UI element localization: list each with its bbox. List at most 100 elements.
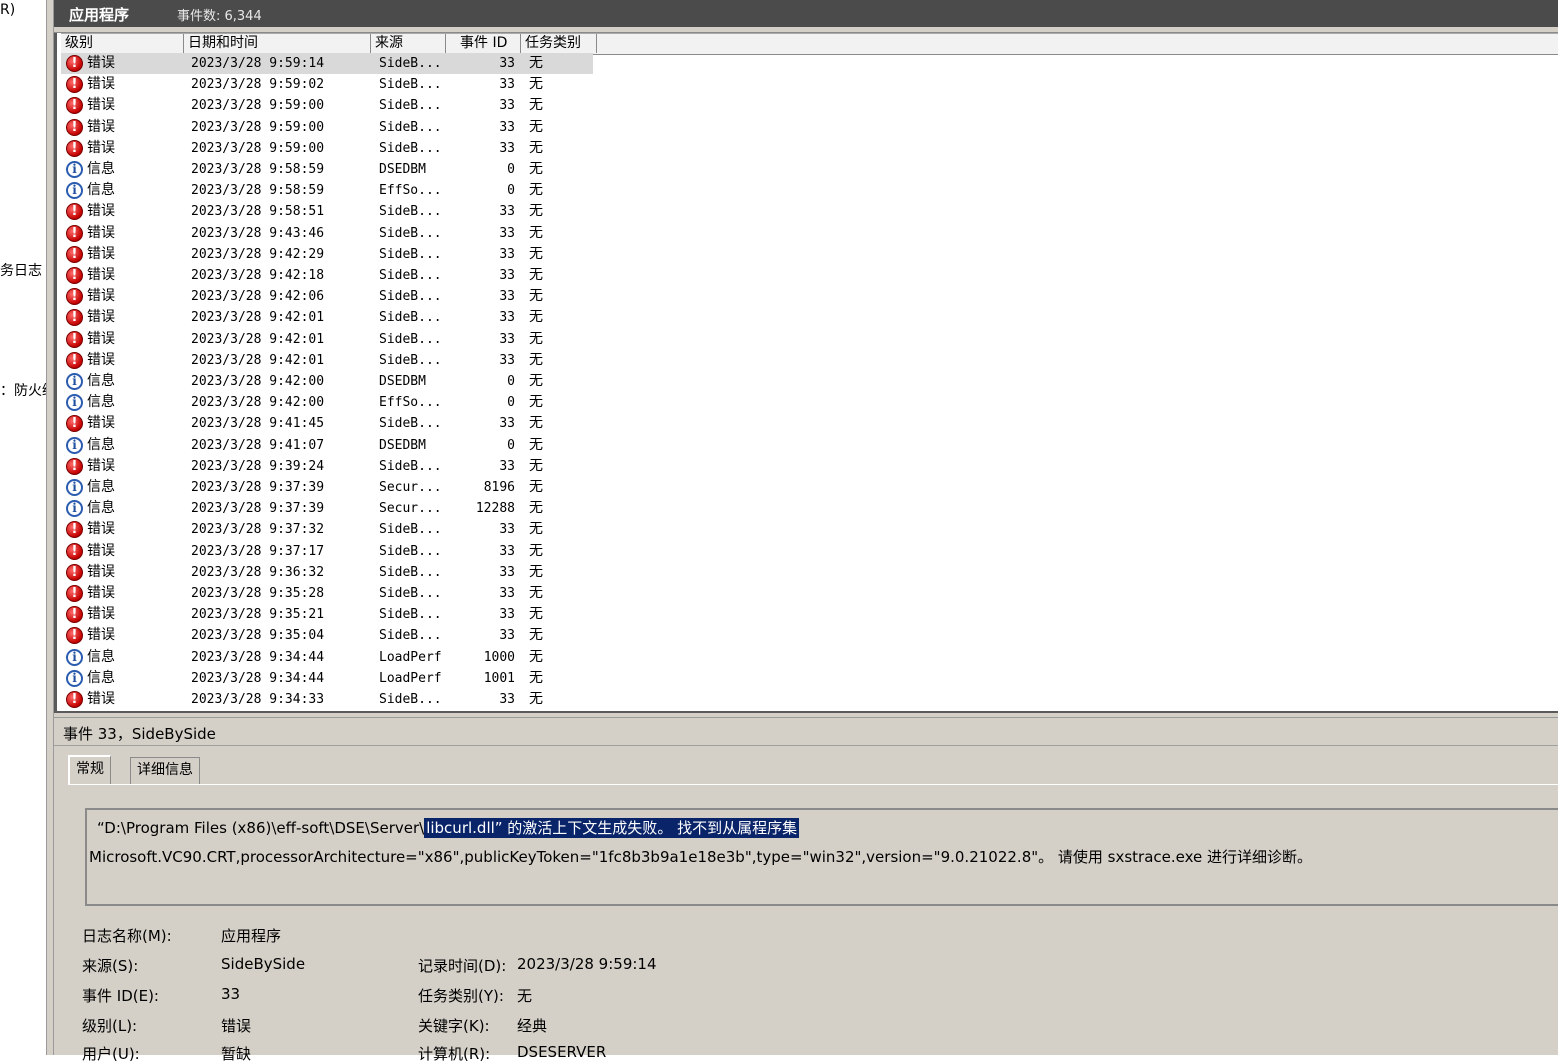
event-level: 信息: [87, 479, 115, 495]
event-source: SideB...: [379, 119, 442, 135]
event-row[interactable]: ! 错误 2023/3/28 9:59:14 SideB... 33 无: [61, 53, 593, 74]
event-task-category: 无: [529, 606, 543, 623]
event-level: 错误: [87, 585, 115, 601]
error-icon: !: [66, 288, 83, 306]
info-icon: i: [66, 479, 83, 496]
event-datetime: 2023/3/28 9:42:06: [191, 289, 325, 305]
event-row[interactable]: ! 错误 2023/3/28 9:42:01 SideB... 33 无: [61, 307, 593, 328]
event-datetime: 2023/3/28 9:42:01: [191, 352, 325, 368]
event-message-box[interactable]: “D:\Program Files (x86)\eff-soft\DSE\Ser…: [85, 808, 1558, 906]
event-row[interactable]: i 信息 2023/3/28 9:41:07 DSEDBM 0 无: [61, 435, 593, 456]
error-icon: !: [66, 139, 83, 157]
event-row[interactable]: ! 错误 2023/3/28 9:59:02 SideB... 33 无: [61, 74, 593, 95]
event-row[interactable]: ! 错误 2023/3/28 9:42:01 SideB... 33 无: [61, 350, 593, 371]
error-icon: !: [66, 691, 83, 708]
event-task-category: 无: [529, 330, 543, 347]
event-row[interactable]: ! 错误 2023/3/28 9:37:17 SideB... 33 无: [61, 541, 593, 562]
event-id: 33: [499, 119, 515, 135]
event-row[interactable]: i 信息 2023/3/28 9:42:00 DSEDBM 0 无: [61, 371, 593, 392]
event-row[interactable]: i 信息 2023/3/28 9:37:39 Secur... 8196 无: [61, 477, 593, 498]
event-datetime: 2023/3/28 9:34:44: [191, 649, 325, 665]
event-row[interactable]: ! 错误 2023/3/28 9:42:01 SideB... 33 无: [61, 329, 593, 350]
event-task-category: 无: [529, 267, 543, 283]
column-header-source[interactable]: 来源: [371, 34, 446, 53]
event-source: SideB...: [379, 98, 442, 114]
error-icon: !: [66, 351, 83, 369]
tab-general[interactable]: 常规: [68, 755, 111, 784]
event-source: SideB...: [379, 77, 442, 93]
event-row[interactable]: i 信息 2023/3/28 9:34:44 LoadPerf 1000 无: [61, 647, 593, 668]
column-header-event-id[interactable]: 事件 ID: [446, 34, 521, 53]
event-source: SideB...: [379, 628, 442, 644]
column-header-datetime[interactable]: 日期和时间: [184, 34, 371, 53]
event-task-category: 无: [529, 351, 543, 368]
column-header-task-category[interactable]: 任务类别: [521, 34, 597, 53]
event-task-category: 无: [529, 627, 543, 644]
tree-item-service-logs[interactable]: 务日志: [0, 260, 42, 280]
event-source: SideB...: [379, 289, 442, 305]
event-row[interactable]: i 信息 2023/3/28 9:34:44 LoadPerf 1001 无: [61, 668, 593, 689]
event-datetime: 2023/3/28 9:59:02: [191, 77, 325, 93]
message-text: “D:\Program Files (x86)\eff-soft\DSE\Ser…: [97, 819, 425, 837]
event-source: SideB...: [379, 225, 442, 241]
event-level: 错误: [87, 457, 115, 474]
source-value: SideBySide: [221, 955, 306, 973]
event-row[interactable]: i 信息 2023/3/28 9:37:39 Secur... 12288 无: [61, 498, 593, 519]
event-id: 33: [499, 204, 515, 220]
error-icon: !: [66, 309, 83, 327]
event-row[interactable]: ! 错误 2023/3/28 9:35:04 SideB... 33 无: [61, 625, 593, 646]
event-row[interactable]: i 信息 2023/3/28 9:58:59 DSEDBM 0 无: [61, 159, 593, 180]
event-source: SideB...: [379, 310, 442, 326]
event-row[interactable]: ! 错误 2023/3/28 9:43:46 SideB... 33 无: [61, 223, 593, 244]
event-row[interactable]: i 信息 2023/3/28 9:42:00 EffSo... 0 无: [61, 392, 593, 413]
column-header-level[interactable]: 级别: [61, 34, 184, 53]
event-level: 信息: [87, 436, 115, 453]
event-details-pane: 事件 33，SideBySide 常规 详细信息 “D:\Program Fil…: [54, 718, 1558, 1063]
event-row[interactable]: ! 错误 2023/3/28 9:42:29 SideB... 33 无: [61, 244, 593, 265]
event-row[interactable]: ! 错误 2023/3/28 9:42:18 SideB... 33 无: [61, 265, 593, 286]
tree-fragment-top: R): [0, 2, 16, 18]
event-task-category: 无: [529, 669, 543, 686]
event-level: 错误: [87, 203, 115, 220]
log-name-value: 应用程序: [221, 927, 282, 945]
event-row[interactable]: ! 错误 2023/3/28 9:59:00 SideB... 33 无: [61, 95, 593, 116]
info-icon: i: [66, 436, 83, 454]
horizontal-splitter[interactable]: [54, 711, 1558, 718]
event-source: SideB...: [379, 56, 442, 71]
event-row[interactable]: ! 错误 2023/3/28 9:58:51 SideB... 33 无: [61, 201, 593, 222]
details-header: 事件 33，SideBySide: [54, 718, 1558, 746]
event-row[interactable]: ! 错误 2023/3/28 9:36:32 SideB... 33 无: [61, 562, 593, 583]
event-row[interactable]: ! 错误 2023/3/28 9:39:24 SideB... 33 无: [61, 456, 593, 477]
log-name-label: 日志名称(M):: [82, 927, 172, 945]
event-row[interactable]: ! 错误 2023/3/28 9:42:06 SideB... 33 无: [61, 286, 593, 307]
event-task-category: 无: [529, 224, 543, 241]
event-row[interactable]: ! 错误 2023/3/28 9:37:32 SideB... 33 无: [61, 519, 593, 540]
vertical-splitter[interactable]: [46, 0, 54, 1055]
event-row[interactable]: ! 错误 2023/3/28 9:35:21 SideB... 33 无: [61, 604, 593, 625]
event-datetime: 2023/3/28 9:36:32: [191, 564, 325, 580]
tab-details[interactable]: 详细信息: [130, 757, 200, 784]
event-source: Secur...: [379, 501, 442, 517]
event-source: LoadPerf: [379, 670, 442, 686]
event-row[interactable]: ! 错误 2023/3/28 9:34:33 SideB... 33 无: [61, 689, 593, 710]
event-row[interactable]: ! 错误 2023/3/28 9:59:00 SideB... 33 无: [61, 138, 593, 159]
event-list[interactable]: 级别 日期和时间 来源 事件 ID 任务类别 ! 错误 2023/3/28 9:59…: [54, 33, 1558, 711]
event-id: 33: [499, 607, 515, 623]
event-row[interactable]: ! 错误 2023/3/28 9:35:28 SideB... 33 无: [61, 583, 593, 604]
log-title-bar: 应用程序 事件数: 6,344: [54, 0, 1558, 27]
tree-item-firewall[interactable]: ：防火缙: [0, 380, 46, 400]
event-row[interactable]: ! 错误 2023/3/28 9:59:00 SideB... 33 无: [61, 117, 593, 138]
event-task-category: 无: [529, 648, 543, 665]
event-level: 错误: [87, 224, 115, 241]
event-id: 0: [507, 183, 515, 199]
event-id: 0: [507, 395, 515, 411]
left-tree-pane: R) 务日志 ：防火缙: [0, 0, 46, 1055]
computer-label: 计算机(R):: [418, 1045, 491, 1063]
event-level: 错误: [87, 139, 115, 156]
event-source: SideB...: [379, 268, 442, 283]
event-row[interactable]: ! 错误 2023/3/28 9:41:45 SideB... 33 无: [61, 413, 593, 434]
error-icon: !: [66, 606, 83, 624]
event-task-category: 无: [529, 161, 543, 177]
event-row[interactable]: i 信息 2023/3/28 9:58:59 EffSo... 0 无: [61, 180, 593, 201]
event-source: SideB...: [379, 140, 442, 156]
